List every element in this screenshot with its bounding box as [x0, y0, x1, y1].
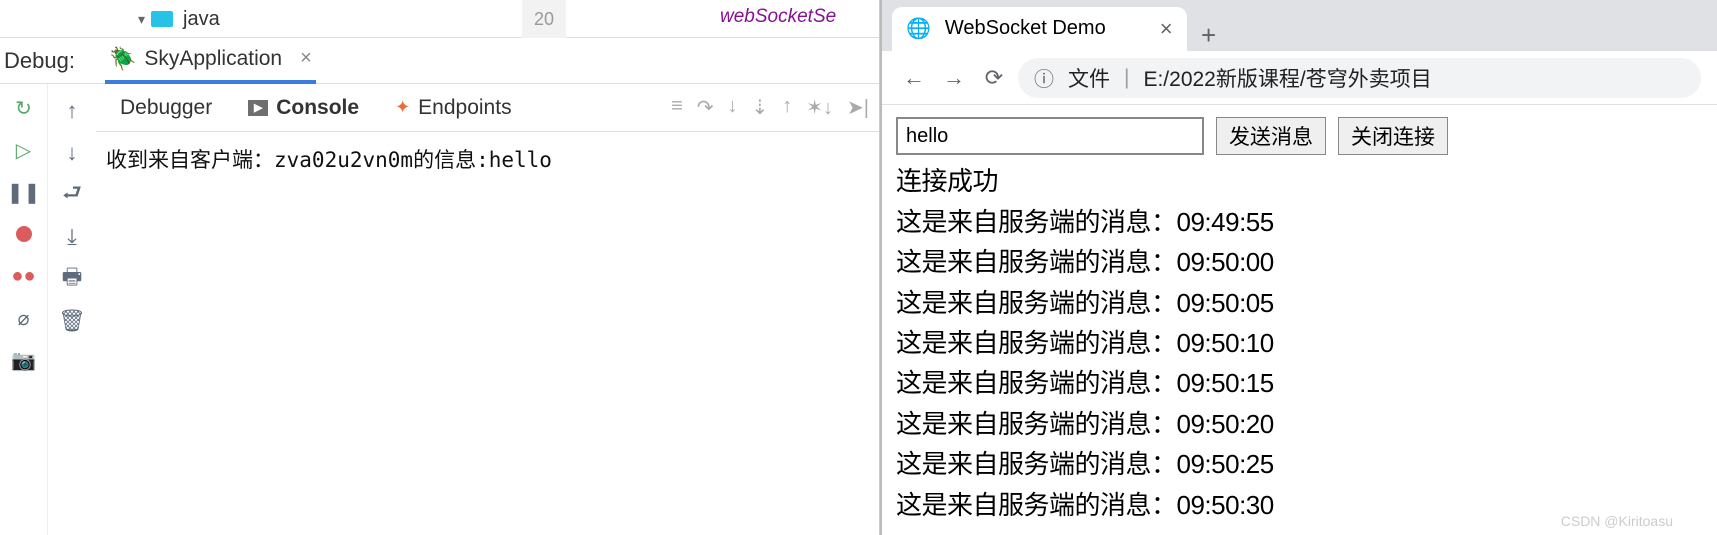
tab-console[interactable]: ▶ Console — [244, 90, 363, 126]
force-step-into-icon[interactable]: ⇣ — [752, 95, 769, 120]
addr-path: E:/2022新版课程/苍穹外卖项目 — [1143, 63, 1431, 93]
debug-left-toolbar: ↻ ▷ ❚❚ ●● ⌀ 📷 — [0, 84, 48, 535]
addr-divider: | — [1124, 66, 1129, 90]
show-frames-icon[interactable]: ≡ — [671, 95, 683, 120]
run-config-name: SkyApplication — [144, 47, 282, 71]
camera-icon[interactable]: 📷 — [12, 348, 36, 372]
run-config-tab[interactable]: 🪲 SkyApplication × — [105, 38, 316, 84]
line-number: 20 — [534, 9, 554, 30]
ws-message: 这是来自服务端的消息：09:50:15 — [896, 365, 1703, 401]
ws-message: 这是来自服务端的消息：09:49:55 — [896, 204, 1703, 240]
watermark: CSDN @Kiritoasu — [1561, 513, 1673, 529]
reload-icon[interactable]: ⟳ — [978, 65, 1010, 91]
chevron-down-icon[interactable]: ▾ — [138, 11, 145, 28]
scroll-end-icon[interactable]: ⤓ — [59, 224, 85, 250]
tab-debugger[interactable]: Debugger — [116, 90, 216, 126]
control-row: 发送消息 关闭连接 — [896, 117, 1703, 155]
close-icon[interactable]: × — [1160, 16, 1173, 42]
ws-message: 这是来自服务端的消息：09:50:25 — [896, 446, 1703, 482]
mute-breakpoints-icon[interactable]: ⌀ — [12, 306, 36, 330]
tab-endpoints-label: Endpoints — [418, 96, 511, 120]
ws-message: 这是来自服务端的消息：09:50:00 — [896, 244, 1703, 280]
debug-center: Debugger ▶ Console ✦ Endpoints ≡ ↷ ↓ ⇣ ↑ — [96, 84, 879, 535]
debug-tabs: Debugger ▶ Console ✦ Endpoints ≡ ↷ ↓ ⇣ ↑ — [96, 84, 879, 132]
bug-icon: 🪲 — [109, 46, 136, 72]
step-into-icon[interactable]: ↓ — [728, 95, 738, 120]
globe-icon: 🌐 — [906, 16, 931, 41]
ws-message: 连接成功 — [896, 163, 1703, 199]
close-icon[interactable]: × — [300, 47, 312, 70]
editor-gutter: 20 — [522, 0, 566, 38]
close-connection-button[interactable]: 关闭连接 — [1338, 117, 1448, 155]
folder-icon — [151, 11, 173, 27]
resume-icon[interactable]: ▷ — [12, 138, 36, 162]
endpoints-icon: ✦ — [395, 97, 410, 118]
debug-label: Debug: — [4, 48, 75, 74]
breakpoints-icon[interactable]: ●● — [12, 264, 36, 288]
tree-folder-label: java — [183, 8, 220, 31]
ws-message: 这是来自服务端的消息：09:50:10 — [896, 325, 1703, 361]
run-to-cursor-icon[interactable]: ➤| — [847, 95, 869, 120]
ide-pane: ▾ java 20 webSocketSe Debug: 🪲 SkyApplic… — [0, 0, 880, 535]
pause-icon[interactable]: ❚❚ — [12, 180, 36, 204]
addr-scheme: 文件 — [1068, 63, 1110, 93]
step-over-icon[interactable]: ↷ — [697, 95, 714, 120]
debug-toolbar: Debug: 🪲 SkyApplication × — [0, 38, 879, 84]
console-line: 收到来自客户端：zva02u2vn0m的信息:hello — [106, 144, 869, 174]
editor-top-area: ▾ java 20 webSocketSe — [0, 0, 879, 38]
address-field[interactable]: ⓘ 文件 | E:/2022新版课程/苍穹外卖项目 — [1018, 58, 1701, 98]
back-icon[interactable]: ← — [898, 65, 930, 91]
console-icon: ▶ — [248, 100, 268, 116]
browser-tab-title: WebSocket Demo — [945, 17, 1106, 40]
tab-console-label: Console — [276, 96, 359, 120]
down-arrow-icon[interactable]: ↓ — [59, 140, 85, 166]
send-button[interactable]: 发送消息 — [1216, 117, 1326, 155]
up-arrow-icon[interactable]: ↑ — [59, 98, 85, 124]
address-bar: ← → ⟳ ⓘ 文件 | E:/2022新版课程/苍穹外卖项目 — [882, 51, 1717, 106]
console-output[interactable]: 收到来自客户端：zva02u2vn0m的信息:hello — [96, 132, 879, 535]
info-icon[interactable]: ⓘ — [1034, 63, 1054, 92]
ws-message: 这是来自服务端的消息：09:50:20 — [896, 406, 1703, 442]
stop-icon[interactable] — [16, 226, 32, 242]
code-fragment: webSocketSe — [720, 6, 836, 28]
browser-tab-strip: 🌐 WebSocket Demo × + — [882, 0, 1717, 51]
step-out-icon[interactable]: ↑ — [782, 95, 792, 120]
debug-body: ↻ ▷ ❚❚ ●● ⌀ 📷 ↑ ↓ ⮐ ⤓ 🖶 🗑 Debugger ▶ Con — [0, 84, 879, 535]
ws-message: 这是来自服务端的消息：09:50:05 — [896, 285, 1703, 321]
forward-icon[interactable]: → — [938, 65, 970, 91]
browser-tab[interactable]: 🌐 WebSocket Demo × — [892, 7, 1187, 51]
browser-pane: 🌐 WebSocket Demo × + ← → ⟳ ⓘ 文件 | E:/202… — [880, 0, 1717, 535]
rerun-icon[interactable]: ↻ — [12, 96, 36, 120]
trash-icon[interactable]: 🗑 — [59, 308, 85, 334]
console-side-toolbar: ↑ ↓ ⮐ ⤓ 🖶 🗑 — [48, 84, 96, 535]
step-toolbar: ≡ ↷ ↓ ⇣ ↑ ✶↓ ➤| — [671, 95, 879, 120]
tab-endpoints[interactable]: ✦ Endpoints — [391, 90, 516, 126]
page-content: 发送消息 关闭连接 连接成功 这是来自服务端的消息：09:49:55 这是来自服… — [882, 105, 1717, 535]
new-tab-button[interactable]: + — [1187, 20, 1231, 51]
drop-frame-icon[interactable]: ✶↓ — [806, 95, 833, 120]
message-input[interactable] — [896, 117, 1204, 155]
tab-debugger-label: Debugger — [120, 96, 212, 120]
soft-wrap-icon[interactable]: ⮐ — [59, 182, 85, 208]
print-icon[interactable]: 🖶 — [59, 266, 85, 292]
